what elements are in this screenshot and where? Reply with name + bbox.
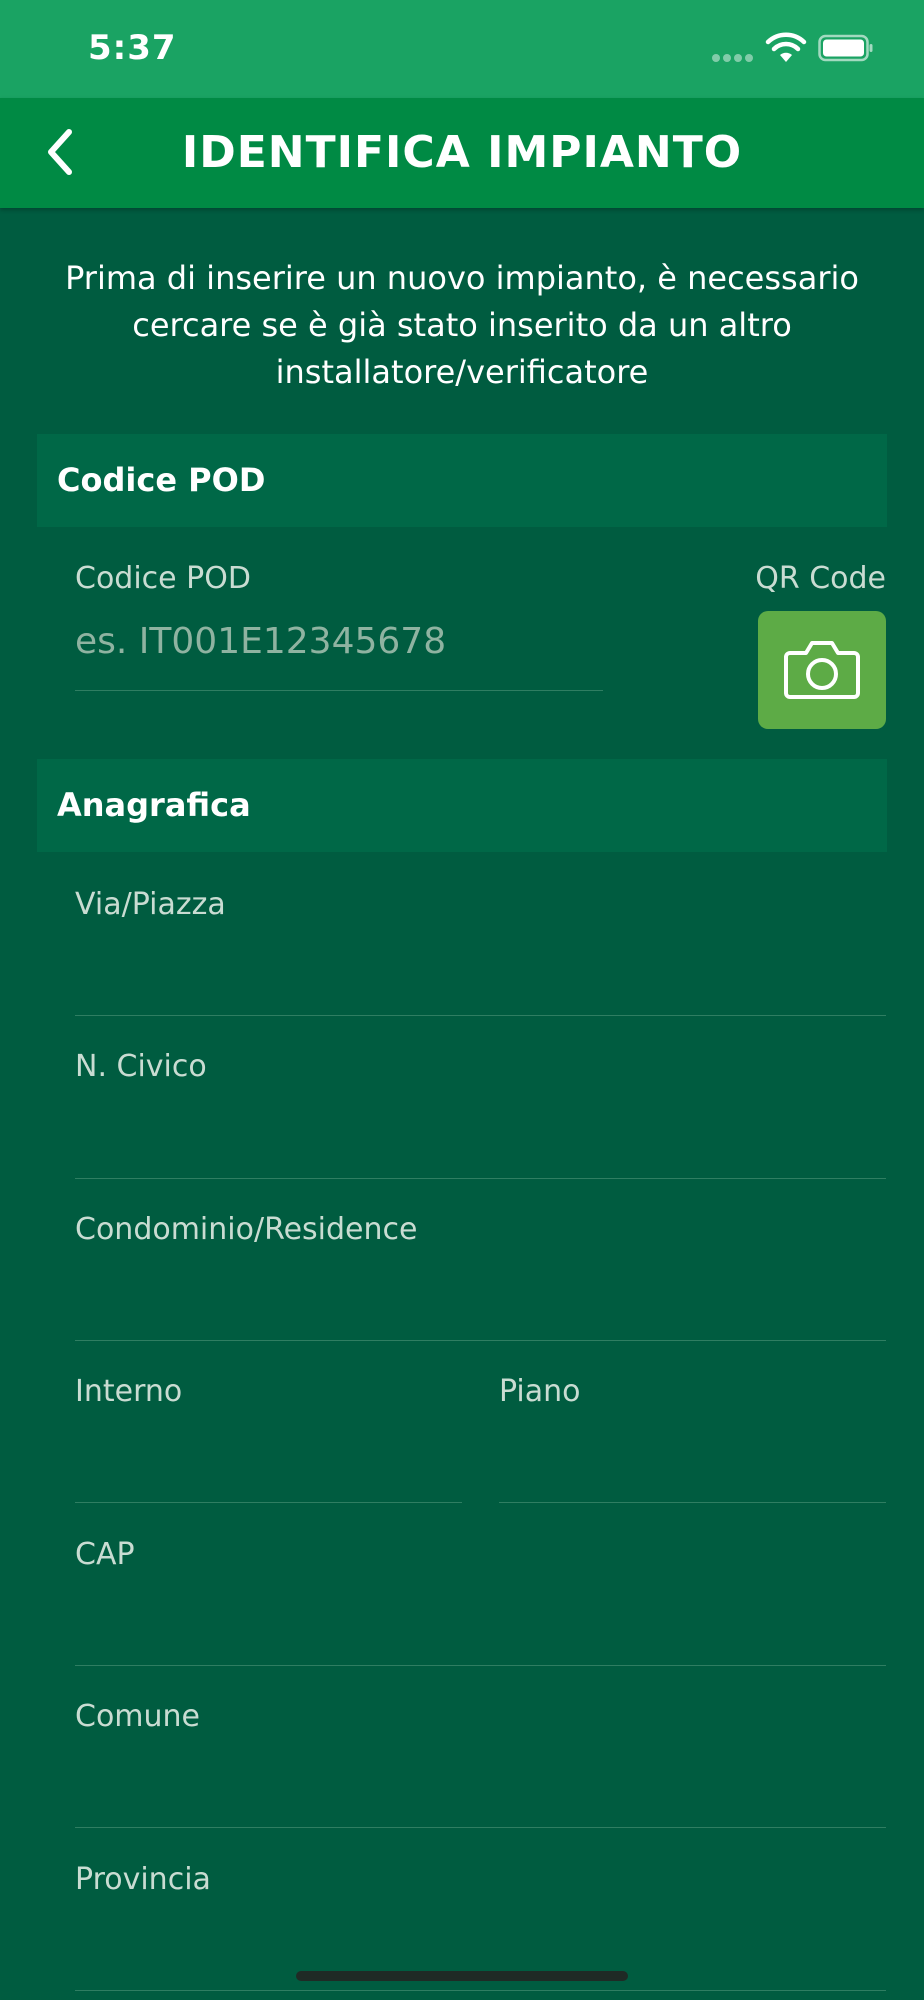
- civic-number-input[interactable]: [75, 1099, 886, 1159]
- comune-input[interactable]: [75, 1749, 886, 1809]
- condominium-underline: [75, 1340, 886, 1341]
- civic-number-underline: [75, 1178, 886, 1179]
- qr-code-label: QR Code: [755, 561, 886, 596]
- back-button[interactable]: [30, 122, 90, 182]
- interno-label: Interno: [75, 1374, 183, 1409]
- navigation-bar: IDENTIFICA IMPIANTO: [0, 98, 924, 208]
- camera-icon: [784, 641, 860, 699]
- provincia-label: Provincia: [75, 1862, 211, 1897]
- status-time: 5:37: [88, 28, 177, 68]
- intro-text: Prima di inserire un nuovo impianto, è n…: [65, 259, 859, 391]
- home-indicator: [296, 1971, 628, 1981]
- wifi-icon: [765, 32, 807, 62]
- piano-underline: [499, 1502, 886, 1503]
- piano-input[interactable]: [499, 1424, 886, 1484]
- pod-code-input[interactable]: [75, 611, 603, 671]
- signal-icon: [712, 54, 753, 62]
- qr-scan-button[interactable]: [758, 611, 886, 729]
- comune-underline: [75, 1827, 886, 1828]
- condominium-label: Condominio/Residence: [75, 1212, 418, 1247]
- pod-field-underline: [75, 690, 603, 691]
- pod-field-label: Codice POD: [75, 561, 251, 596]
- cap-input[interactable]: [75, 1587, 886, 1647]
- page-title: IDENTIFICA IMPIANTO: [181, 127, 743, 178]
- provincia-underline: [75, 1990, 886, 1991]
- via-piazza-underline: [75, 1015, 886, 1016]
- condominium-input[interactable]: [75, 1262, 886, 1322]
- section-title-anagrafica: Anagrafica: [57, 786, 251, 824]
- status-bar: 5:37: [0, 0, 924, 98]
- comune-label: Comune: [75, 1699, 201, 1734]
- cap-label: CAP: [75, 1537, 135, 1572]
- cap-underline: [75, 1665, 886, 1666]
- section-title-pod: Codice POD: [57, 461, 266, 499]
- piano-label: Piano: [499, 1374, 581, 1409]
- section-header-anagrafica: Anagrafica: [37, 759, 887, 852]
- interno-underline: [75, 1502, 462, 1503]
- provincia-input[interactable]: [75, 1912, 886, 1972]
- chevron-left-icon: [48, 129, 72, 175]
- battery-icon: [818, 34, 873, 62]
- via-piazza-input[interactable]: [75, 937, 886, 997]
- section-header-pod: Codice POD: [37, 434, 887, 527]
- civic-number-label: N. Civico: [75, 1049, 207, 1084]
- via-piazza-label: Via/Piazza: [75, 887, 226, 922]
- interno-input[interactable]: [75, 1424, 462, 1484]
